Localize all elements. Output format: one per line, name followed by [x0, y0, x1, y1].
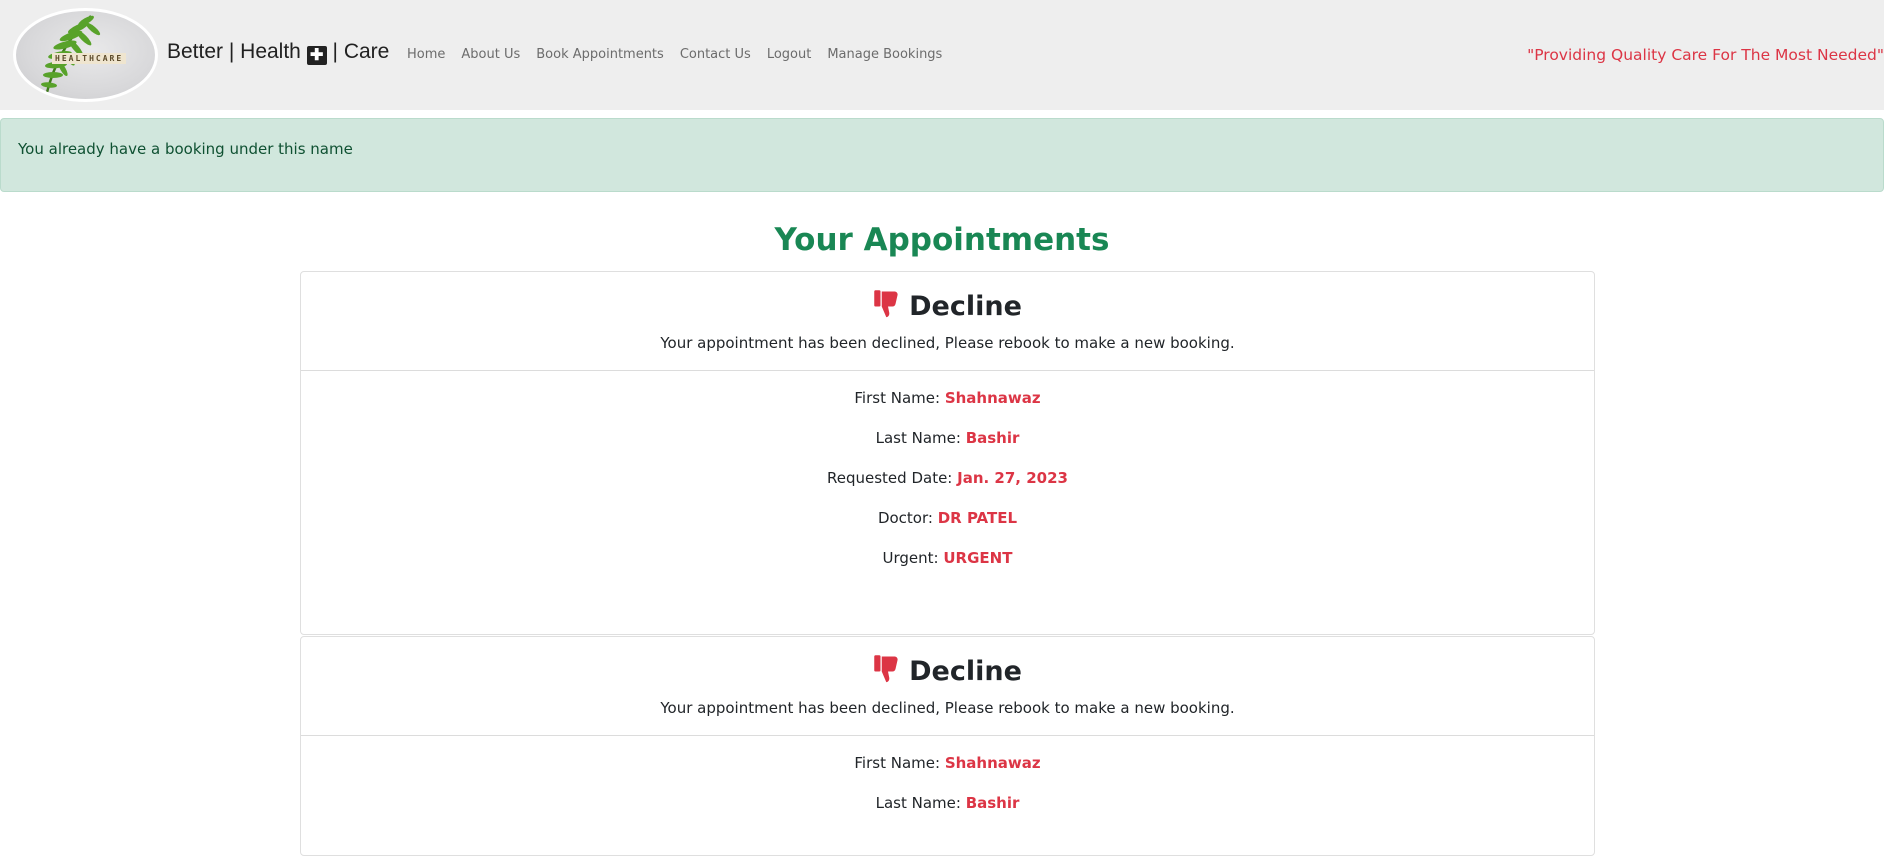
nav-link-contact-us[interactable]: Contact Us — [680, 47, 751, 62]
appointment-card: Decline Your appointment has been declin… — [300, 271, 1595, 635]
navbar: HEALTHCARE Better | Health ✚ | Care Home… — [0, 0, 1884, 110]
medical-cross-icon: ✚ — [306, 46, 327, 65]
first-name-value: Shahnawaz — [944, 754, 1041, 772]
doctor-value: DR PATEL — [937, 509, 1018, 527]
appointment-card-header: Decline Your appointment has been declin… — [301, 272, 1594, 371]
thumbs-down-icon — [874, 290, 898, 318]
nav-link-about-us[interactable]: About Us — [461, 47, 520, 62]
appointment-status: Decline — [301, 654, 1594, 687]
nav-link-manage-bookings[interactable]: Manage Bookings — [827, 47, 942, 62]
first-name-value: Shahnawaz — [944, 389, 1041, 407]
doctor-field: Doctor: DR PATEL — [301, 509, 1594, 527]
nav-links: Home About Us Book Appointments Contact … — [407, 47, 942, 62]
thumbs-down-icon — [874, 655, 898, 683]
brand-name-part2: | Care — [326, 40, 390, 63]
brand-name[interactable]: Better | Health ✚ | Care — [167, 40, 389, 65]
appointment-status-label: Decline — [909, 291, 1022, 322]
alert-message: You already have a booking under this na… — [18, 140, 353, 158]
appointment-card: Decline Your appointment has been declin… — [300, 636, 1595, 856]
urgent-label: Urgent: — [882, 549, 944, 567]
last-name-field: Last Name: Bashir — [301, 429, 1594, 447]
nav-link-home[interactable]: Home — [407, 47, 445, 62]
logo-text: HEALTHCARE — [52, 53, 127, 64]
last-name-field: Last Name: Bashir — [301, 794, 1594, 812]
nav-link-book-appointments[interactable]: Book Appointments — [536, 47, 664, 62]
urgent-value: URGENT — [943, 549, 1013, 567]
doctor-label: Doctor: — [877, 509, 938, 527]
appointment-status-message: Your appointment has been declined, Plea… — [660, 699, 1235, 717]
page-title: Your Appointments — [774, 222, 1110, 258]
brand-name-part1: Better | Health — [167, 40, 307, 63]
first-name-field: First Name: Shahnawaz — [301, 389, 1594, 407]
nav-link-logout[interactable]: Logout — [767, 47, 812, 62]
last-name-label: Last Name: — [875, 429, 966, 447]
appointment-status-message: Your appointment has been declined, Plea… — [660, 334, 1235, 352]
last-name-value: Bashir — [965, 429, 1020, 447]
booking-alert: You already have a booking under this na… — [0, 118, 1884, 192]
last-name-label: Last Name: — [875, 794, 966, 812]
appointment-card-header: Decline Your appointment has been declin… — [301, 637, 1594, 736]
urgent-field: Urgent: URGENT — [301, 549, 1594, 567]
requested-date-value: Jan. 27, 2023 — [957, 469, 1068, 487]
requested-date-label: Requested Date: — [827, 469, 958, 487]
appointment-status: Decline — [301, 289, 1594, 322]
first-name-label: First Name: — [854, 754, 945, 772]
first-name-field: First Name: Shahnawaz — [301, 754, 1594, 772]
healthcare-logo[interactable]: HEALTHCARE — [13, 8, 158, 102]
requested-date-field: Requested Date: Jan. 27, 2023 — [301, 469, 1594, 487]
appointment-status-label: Decline — [909, 656, 1022, 687]
first-name-label: First Name: — [854, 389, 945, 407]
tagline: "Providing Quality Care For The Most Nee… — [1527, 46, 1884, 64]
last-name-value: Bashir — [965, 794, 1020, 812]
